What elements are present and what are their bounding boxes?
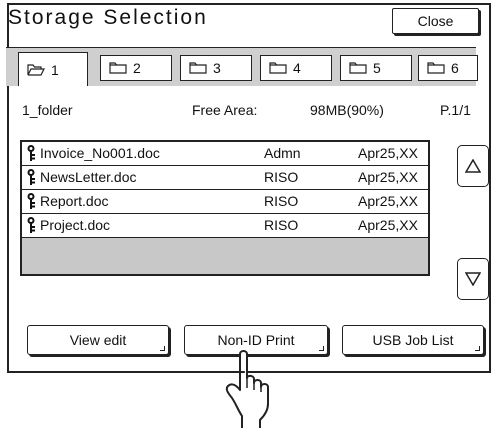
tab-folder-1[interactable]: 1 — [18, 52, 88, 86]
file-row[interactable]: Report.doc RISO Apr25,XX — [22, 190, 428, 214]
file-date: Apr25,XX — [358, 193, 418, 209]
view-edit-label: View edit — [69, 332, 127, 348]
file-owner: RISO — [264, 169, 299, 185]
close-button[interactable]: Close — [392, 8, 479, 34]
file-date: Apr25,XX — [358, 169, 418, 185]
corner-mark-icon — [319, 346, 324, 351]
file-row[interactable]: NewsLetter.doc RISO Apr25,XX — [22, 166, 428, 190]
view-edit-button[interactable]: View edit — [27, 325, 169, 355]
window-title: Storage Selection — [8, 6, 208, 29]
file-owner: RISO — [264, 217, 299, 233]
tab-folder-5[interactable]: 5 — [340, 55, 412, 81]
triangle-down-icon — [465, 272, 481, 286]
tab-folder-2[interactable]: 2 — [100, 55, 172, 81]
key-icon — [27, 169, 35, 185]
folder-icon — [427, 62, 445, 74]
tab-label: 5 — [373, 60, 381, 76]
key-icon — [27, 145, 35, 161]
pointing-hand-icon — [225, 350, 269, 428]
non-id-print-label: Non-ID Print — [217, 332, 295, 348]
corner-mark-icon — [160, 346, 165, 351]
file-name: NewsLetter.doc — [40, 169, 137, 185]
page-indicator: P.1/1 — [440, 102, 471, 118]
folder-icon — [109, 62, 127, 74]
file-owner: Admn — [264, 145, 301, 161]
file-owner: RISO — [264, 193, 299, 209]
file-name: Project.doc — [40, 217, 111, 233]
folder-icon — [269, 62, 287, 74]
empty-row — [22, 238, 428, 274]
scroll-up-button[interactable] — [457, 145, 489, 187]
folder-icon — [349, 62, 367, 74]
file-name: Report.doc — [40, 193, 109, 209]
file-row[interactable]: Invoice_No001.doc Admn Apr25,XX — [22, 142, 428, 166]
tab-label: 6 — [451, 60, 459, 76]
tab-label: 1 — [51, 61, 59, 78]
file-row[interactable]: Project.doc RISO Apr25,XX — [22, 214, 428, 238]
file-list: Invoice_No001.doc Admn Apr25,XX NewsLett… — [20, 140, 430, 276]
key-icon — [27, 193, 35, 209]
file-name: Invoice_No001.doc — [40, 145, 160, 161]
tab-folder-4[interactable]: 4 — [260, 55, 332, 81]
usb-job-list-label: USB Job List — [372, 332, 454, 348]
open-folder-icon — [27, 63, 45, 76]
tab-label: 2 — [133, 60, 141, 76]
triangle-up-icon — [465, 159, 481, 173]
folder-icon — [189, 62, 207, 74]
corner-mark-icon — [475, 346, 480, 351]
scroll-down-button[interactable] — [457, 258, 489, 300]
free-area-value: 98MB(90%) — [310, 102, 384, 118]
free-area-label: Free Area: — [192, 102, 258, 118]
usb-job-list-button[interactable]: USB Job List — [342, 325, 484, 355]
key-icon — [27, 217, 35, 233]
file-date: Apr25,XX — [358, 217, 418, 233]
tab-folder-6[interactable]: 6 — [418, 55, 478, 81]
file-date: Apr25,XX — [358, 145, 418, 161]
tab-label: 3 — [213, 60, 221, 76]
tab-label: 4 — [293, 60, 301, 76]
tab-folder-3[interactable]: 3 — [180, 55, 252, 81]
folder-name: 1_folder — [22, 102, 73, 118]
